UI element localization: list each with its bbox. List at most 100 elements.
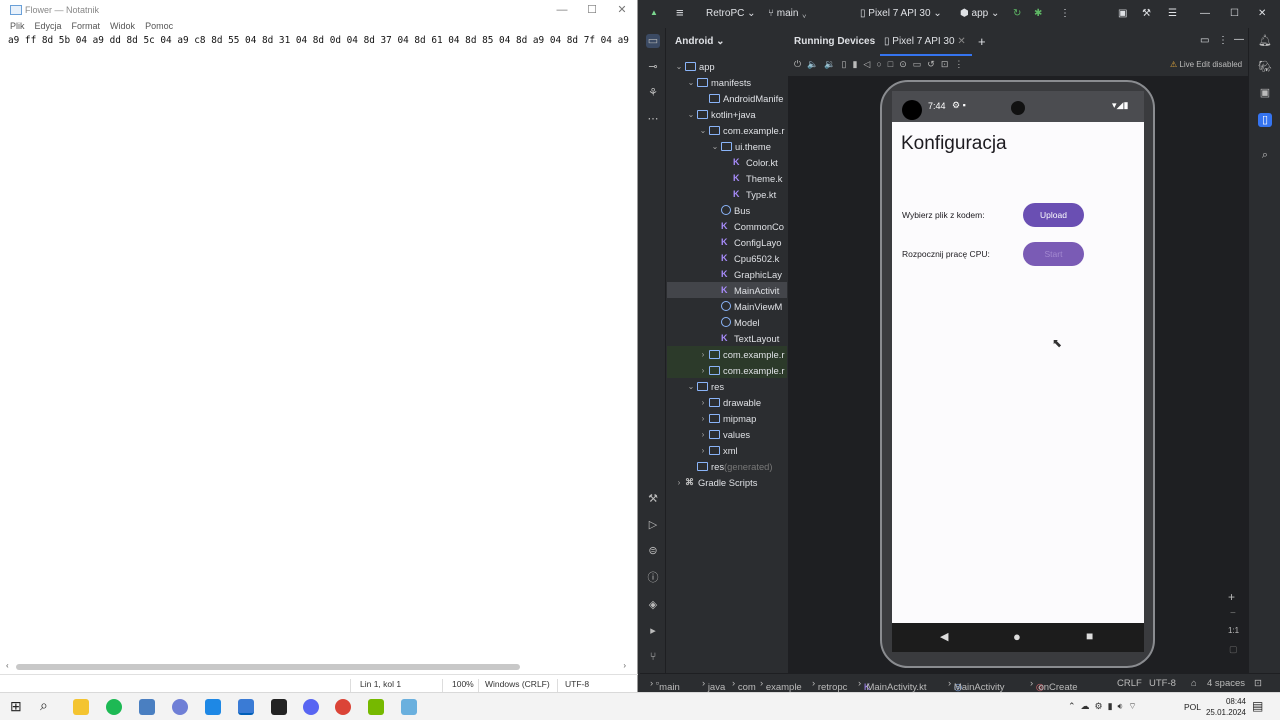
tree-item[interactable]: K Type.kt — [667, 186, 787, 202]
device-control-icons[interactable]: ⏻🔈🔉▯▮◁○□⊙▭↺⊡⋮ — [794, 59, 969, 70]
running-devices-icon[interactable]: ▯ — [1258, 113, 1272, 127]
menu-edit[interactable]: Edycja — [35, 21, 62, 31]
scroll-left-icon[interactable]: ‹ — [6, 661, 9, 670]
expand-chevron-icon[interactable]: › — [697, 366, 709, 375]
expand-chevron-icon[interactable]: › — [673, 478, 685, 487]
zoom-actual-icon[interactable]: 1:1 — [1228, 626, 1239, 635]
more-icon[interactable]: ⋮ — [1060, 8, 1070, 19]
start-button[interactable]: Start — [1023, 242, 1084, 266]
expand-chevron-icon[interactable]: ⌄ — [697, 126, 709, 135]
language-indicator[interactable]: POL — [1184, 702, 1201, 712]
minimize-button[interactable]: — — [547, 0, 577, 20]
project-view-selector[interactable]: Android ⌄ — [667, 28, 787, 54]
add-device-icon[interactable]: + — [978, 34, 986, 49]
tree-item[interactable]: › values — [667, 426, 787, 442]
expand-chevron-icon[interactable]: › — [697, 350, 709, 359]
tree-item[interactable]: ⌄ res — [667, 378, 787, 394]
expand-chevron-icon[interactable]: ⌄ — [685, 382, 697, 391]
maximize-button[interactable]: ☐ — [577, 0, 607, 20]
win-maximize-icon[interactable]: ☐ — [1230, 8, 1239, 19]
live-edit-status[interactable]: ⚠ Live Edit disabled — [1170, 60, 1242, 69]
project-selector[interactable]: RetroPC ⌄ — [706, 8, 756, 19]
tree-item[interactable]: K ConfigLayo — [667, 234, 787, 250]
tree-item[interactable]: Bus — [667, 202, 787, 218]
tab-pixel-7[interactable]: ▯ Pixel 7 API 30 ✕ — [884, 36, 966, 47]
tree-item[interactable]: › ⌘ Gradle Scripts — [667, 474, 787, 490]
terminal-icon[interactable]: ▸ — [646, 624, 660, 638]
menu-file[interactable]: Plik — [10, 21, 25, 31]
menu-help[interactable]: Pomoc — [145, 21, 173, 31]
tree-item[interactable]: Model — [667, 314, 787, 330]
tree-item[interactable]: AndroidManife — [667, 90, 787, 106]
layout-icon[interactable]: ☰ — [1168, 8, 1177, 19]
status-memory-icon[interactable]: ⊡ — [1254, 678, 1262, 689]
expand-chevron-icon[interactable]: › — [697, 398, 709, 407]
breadcrumb-file[interactable]: › K MainActivity.kt — [858, 678, 926, 693]
tree-item[interactable]: › drawable — [667, 394, 787, 410]
tray-icons[interactable]: ⌃☁⚙▮🔉︎⌔ — [1068, 701, 1142, 712]
scrollbar-thumb[interactable] — [16, 664, 520, 670]
project-folder-icon[interactable]: ▭ — [646, 34, 660, 48]
close-button[interactable]: ✕ — [607, 0, 637, 20]
calculator-icon[interactable] — [139, 699, 155, 715]
zoom-out-icon[interactable]: − — [1230, 608, 1236, 619]
tree-item[interactable]: K TextLayout — [667, 330, 787, 346]
status-indent[interactable]: 4 spaces — [1207, 678, 1245, 689]
chrome-icon[interactable] — [335, 699, 351, 715]
debug-icon[interactable]: ✱ — [1034, 8, 1042, 19]
panel-more-icon[interactable]: ⋮ — [1218, 35, 1228, 46]
breadcrumb-example[interactable]: › example — [760, 678, 802, 693]
app-icon[interactable] — [172, 699, 188, 715]
start-icon[interactable]: ⊞ — [10, 698, 22, 715]
expand-chevron-icon[interactable]: ⌄ — [673, 62, 685, 71]
tree-item[interactable]: ⌄ com.example.r — [667, 122, 787, 138]
tree-item[interactable]: ⌄ kotlin+java — [667, 106, 787, 122]
device-explorer-icon[interactable]: ▣ — [1258, 86, 1272, 100]
expand-chevron-icon[interactable]: › — [697, 446, 709, 455]
vscode-icon[interactable] — [205, 699, 221, 715]
layout-inspector-icon[interactable]: ⌕ — [1258, 148, 1272, 162]
run-icon[interactable]: ▷ — [646, 518, 660, 532]
expand-chevron-icon[interactable]: › — [697, 430, 709, 439]
panel-hide-icon[interactable]: — — [1234, 34, 1244, 45]
breadcrumb-retropc[interactable]: › retropc — [812, 678, 847, 693]
sdk-icon[interactable]: ⚒ — [1142, 8, 1151, 19]
win-minimize-icon[interactable]: — — [1200, 8, 1210, 19]
breadcrumb-main[interactable]: › ▫ main — [650, 678, 680, 693]
menu-format[interactable]: Format — [72, 21, 101, 31]
hamburger-menu-icon[interactable]: ≡ — [676, 5, 684, 20]
tree-item[interactable]: K CommonCo — [667, 218, 787, 234]
tree-item[interactable]: › com.example.r — [667, 362, 787, 378]
tree-item[interactable]: K GraphicLay — [667, 266, 787, 282]
tree-item[interactable]: ⌄ ui.theme — [667, 138, 787, 154]
breadcrumb-java[interactable]: › java — [702, 678, 725, 693]
device-manager-icon[interactable]: ▣ — [1118, 8, 1127, 19]
notification-center-icon[interactable]: ▤ — [1252, 699, 1263, 713]
device-selector[interactable]: ▯ Pixel 7 API 30 ⌄ — [860, 8, 942, 19]
win-close-icon[interactable]: ✕ — [1258, 8, 1266, 19]
run-config-selector[interactable]: ⬢ app ⌄ — [960, 8, 999, 19]
tree-item[interactable]: › mipmap — [667, 410, 787, 426]
sync-icon[interactable]: ↻ — [1013, 8, 1021, 19]
clock[interactable]: 08:44 25.01.2024 — [1206, 696, 1246, 718]
tree-item[interactable]: ⌄ app — [667, 58, 787, 74]
breadcrumb-method[interactable]: › ◎ onCreate — [1030, 678, 1078, 693]
expand-chevron-icon[interactable]: ⌄ — [685, 110, 697, 119]
build-icon[interactable]: ⚒ — [646, 492, 660, 506]
breadcrumb-class[interactable]: › ◎ MainActivity — [948, 678, 1005, 693]
tree-item[interactable]: ⌄ manifests — [667, 74, 787, 90]
menu-view[interactable]: Widok — [110, 21, 135, 31]
expand-chevron-icon[interactable]: ⌄ — [709, 142, 721, 151]
tree-item[interactable]: K Cpu6502.k — [667, 250, 787, 266]
tree-item[interactable]: K Color.kt — [667, 154, 787, 170]
tree-item[interactable]: › com.example.r — [667, 346, 787, 362]
nav-recents-icon[interactable]: ■ — [1086, 629, 1093, 643]
search-icon[interactable]: ⌕ — [40, 697, 48, 714]
notifications-icon[interactable]: 🔔︎ — [1258, 34, 1272, 48]
tree-item[interactable]: K MainActivit — [667, 282, 787, 298]
android-studio-taskbar-icon[interactable] — [238, 699, 254, 715]
panel-layout-icon[interactable]: ▭ — [1200, 35, 1209, 46]
branch-selector[interactable]: ⑂ main ⌄ — [768, 8, 807, 19]
tree-item[interactable]: › xml — [667, 442, 787, 458]
status-line-ending[interactable]: CRLF — [1117, 678, 1142, 689]
